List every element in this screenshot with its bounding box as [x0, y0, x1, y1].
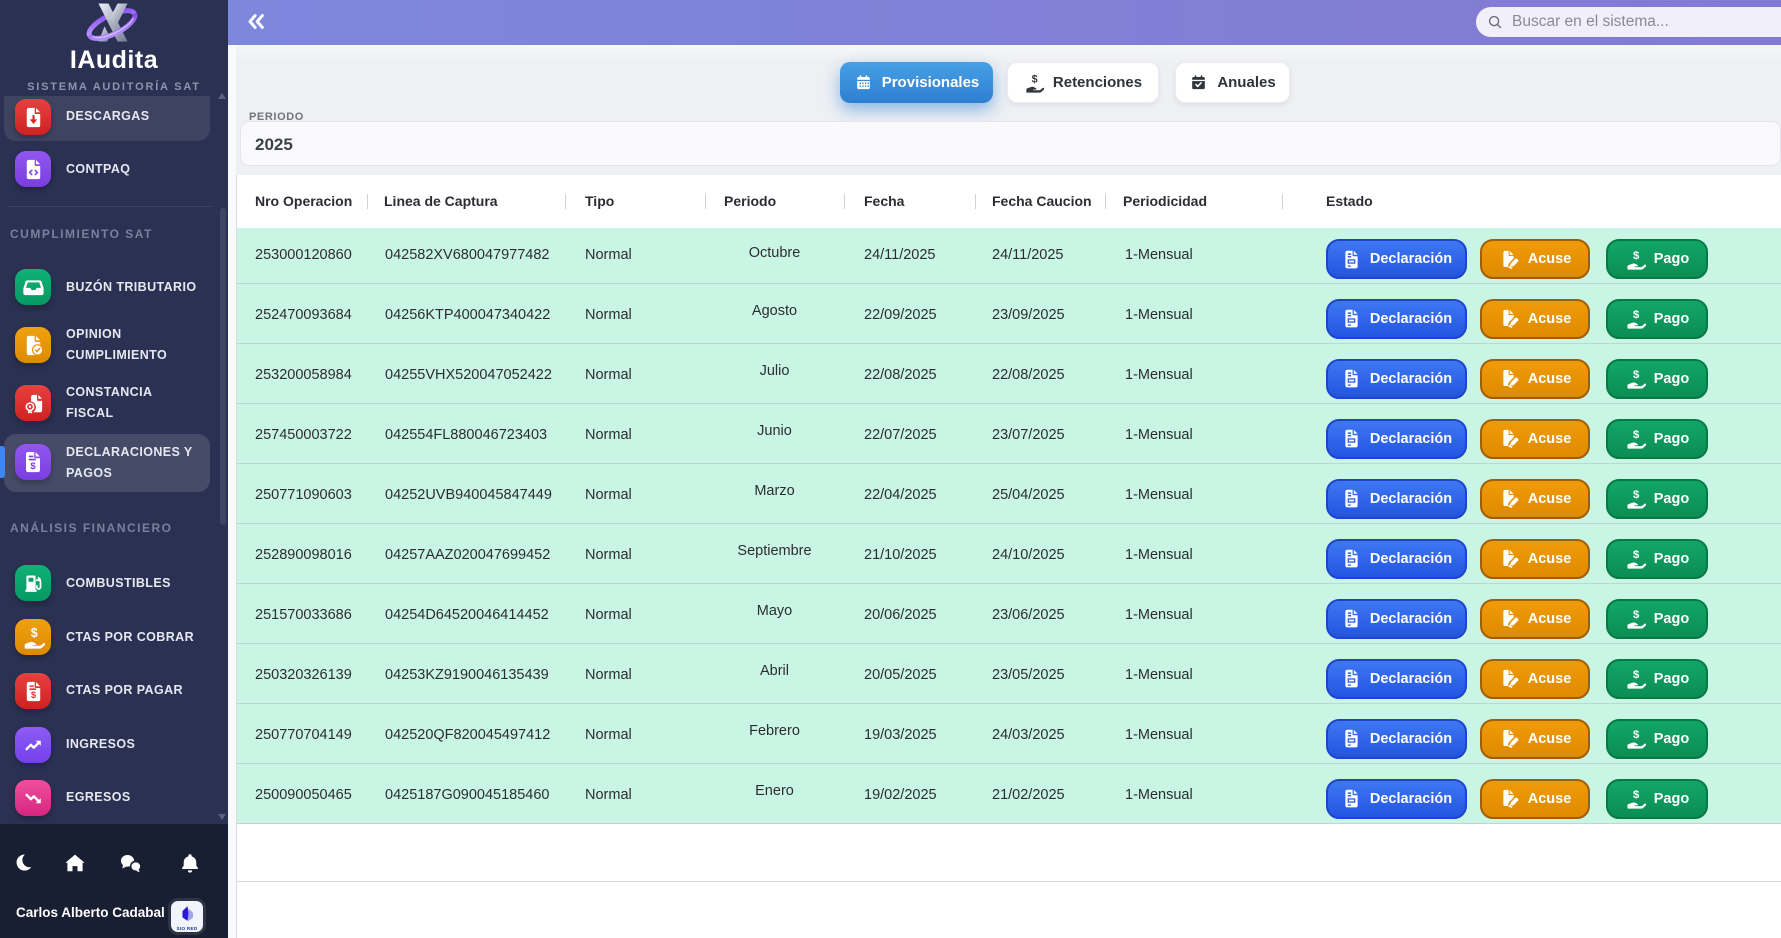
svg-text:$: $ — [1633, 729, 1640, 741]
svg-text:$: $ — [1633, 609, 1640, 621]
svg-text:$: $ — [1032, 73, 1038, 85]
svg-text:$: $ — [1633, 309, 1640, 321]
svg-text:$: $ — [1633, 249, 1640, 261]
svg-text:$: $ — [1633, 369, 1640, 381]
svg-text:$: $ — [1633, 429, 1640, 441]
svg-text:$: $ — [30, 626, 37, 640]
svg-text:$: $ — [1633, 669, 1640, 681]
svg-text:$: $ — [1633, 789, 1640, 801]
svg-text:$: $ — [30, 461, 36, 472]
svg-text:$: $ — [1633, 489, 1640, 501]
svg-text:$: $ — [30, 690, 35, 700]
svg-text:$: $ — [1633, 549, 1640, 561]
